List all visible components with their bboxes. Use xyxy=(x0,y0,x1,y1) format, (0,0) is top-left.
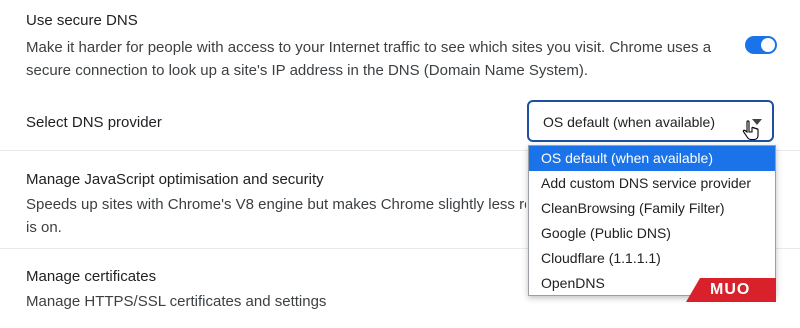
dns-provider-dropdown-list: OS default (when available) Add custom D… xyxy=(528,145,776,296)
dns-provider-selected-value: OS default (when available) xyxy=(543,114,715,130)
watermark-corner xyxy=(686,278,700,302)
dns-option-cleanbrowsing[interactable]: CleanBrowsing (Family Filter) xyxy=(529,196,775,221)
certificates-title: Manage certificates xyxy=(26,268,157,285)
toggle-knob xyxy=(761,38,775,52)
dns-option-cloudflare[interactable]: Cloudflare (1.1.1.1) xyxy=(529,246,775,271)
watermark-logo: MUO xyxy=(710,281,751,298)
javascript-description: Speeds up sites with Chrome's V8 engine … xyxy=(26,196,526,213)
dns-option-os-default[interactable]: OS default (when available) xyxy=(529,146,775,171)
dns-option-google[interactable]: Google (Public DNS) xyxy=(529,221,775,246)
dns-option-custom[interactable]: Add custom DNS service provider xyxy=(529,171,775,196)
javascript-title: Manage JavaScript optimisation and secur… xyxy=(26,171,324,188)
dns-provider-label: Select DNS provider xyxy=(26,114,162,131)
hand-cursor-icon xyxy=(742,120,759,141)
secure-dns-toggle[interactable] xyxy=(745,36,777,54)
dns-provider-select[interactable]: OS default (when available) xyxy=(527,100,774,142)
secure-dns-description: Make it harder for people with access to… xyxy=(26,39,712,79)
secure-dns-title: Use secure DNS xyxy=(26,12,138,29)
secure-dns-section: Use secure DNS Make it harder for people… xyxy=(0,0,800,92)
